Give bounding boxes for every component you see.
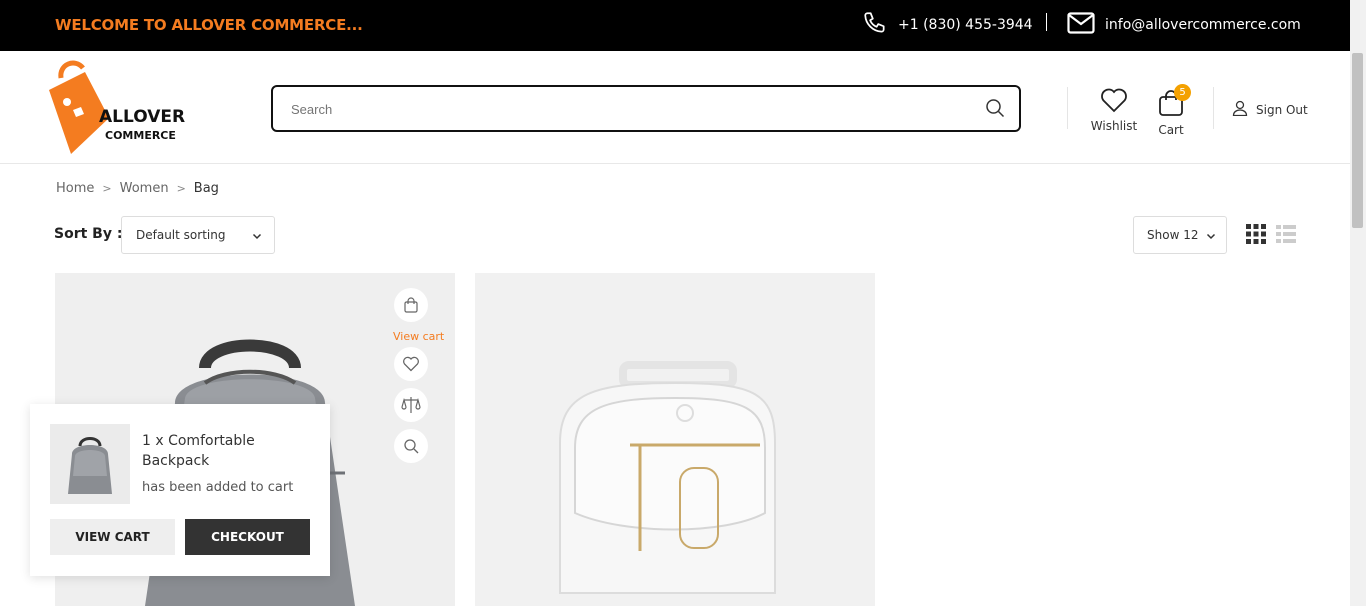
grid-view-icon[interactable] — [1246, 224, 1266, 248]
chevron-down-icon — [1206, 230, 1216, 244]
breadcrumb-women[interactable]: Women — [120, 181, 169, 196]
divider — [1213, 87, 1214, 129]
search-icon[interactable] — [985, 98, 1005, 122]
chevron-down-icon — [252, 230, 262, 244]
quick-view-search-icon[interactable] — [394, 429, 428, 463]
breadcrumb: Home > Women > Bag — [56, 181, 219, 196]
sort-select[interactable]: Default sorting — [121, 216, 275, 254]
email-address: info@allovercommerce.com — [1105, 17, 1301, 33]
sign-out-label: Sign Out — [1256, 102, 1308, 117]
product-image — [559, 361, 776, 594]
main-header: ALLOVER COMMERCE Wishlist 5 Cart Sign Ou… — [0, 51, 1350, 164]
mail-icon — [1067, 12, 1095, 38]
cart-link[interactable]: 5 Cart — [1153, 84, 1191, 137]
phone-icon — [862, 10, 888, 40]
popup-product-image — [68, 437, 112, 494]
logo[interactable]: ALLOVER COMMERCE — [47, 58, 197, 158]
show-count-select[interactable]: Show 12 — [1133, 216, 1227, 254]
wishlist-link[interactable]: Wishlist — [1089, 88, 1139, 133]
logo-text-main: ALLOVER — [99, 107, 186, 127]
cart-count-badge: 5 — [1174, 84, 1191, 101]
chevron-right-icon: > — [176, 182, 186, 195]
email-contact[interactable]: info@allovercommerce.com — [1067, 10, 1301, 40]
search-bar — [271, 85, 1021, 132]
phone-number: +1 (830) 455-3944 — [898, 17, 1033, 33]
breadcrumb-home[interactable]: Home — [56, 181, 94, 196]
top-bar: WELCOME TO ALLOVER COMMERCE... +1 (830) … — [0, 0, 1366, 51]
checkout-button[interactable]: CHECKOUT — [185, 519, 310, 555]
wishlist-label: Wishlist — [1090, 119, 1138, 133]
heart-icon — [1100, 88, 1128, 117]
breadcrumb-current: Bag — [193, 181, 219, 196]
user-icon — [1232, 100, 1248, 119]
popup-product-thumbnail — [50, 424, 130, 504]
list-view-icon[interactable] — [1276, 224, 1296, 248]
product-card[interactable] — [475, 273, 875, 606]
show-count-value: Show 12 — [1147, 228, 1199, 242]
added-to-cart-popup: 1 x Comfortable Backpack has been added … — [30, 404, 330, 576]
view-cart-link[interactable]: View cart — [393, 330, 444, 343]
logo-text-sub: COMMERCE — [105, 129, 176, 142]
welcome-text: WELCOME TO ALLOVER COMMERCE... — [55, 16, 363, 34]
chevron-right-icon: > — [102, 182, 112, 195]
popup-product-name: 1 x Comfortable Backpack — [142, 433, 255, 469]
wishlist-heart-icon[interactable] — [394, 347, 428, 381]
divider — [1067, 87, 1068, 129]
sign-out-link[interactable]: Sign Out — [1232, 100, 1308, 119]
popup-message: has been added to cart — [142, 480, 294, 495]
add-to-cart-icon[interactable] — [394, 288, 428, 322]
phone-contact[interactable]: +1 (830) 455-3944 — [862, 10, 1033, 40]
sort-select-value: Default sorting — [136, 228, 226, 242]
compare-scale-icon[interactable] — [394, 388, 428, 422]
sort-label: Sort By : — [54, 226, 123, 242]
divider — [1046, 13, 1047, 31]
scrollbar-thumb[interactable] — [1352, 53, 1363, 228]
cart-label: Cart — [1158, 123, 1184, 137]
view-cart-button[interactable]: VIEW CART — [50, 519, 175, 555]
search-input[interactable] — [291, 99, 971, 119]
